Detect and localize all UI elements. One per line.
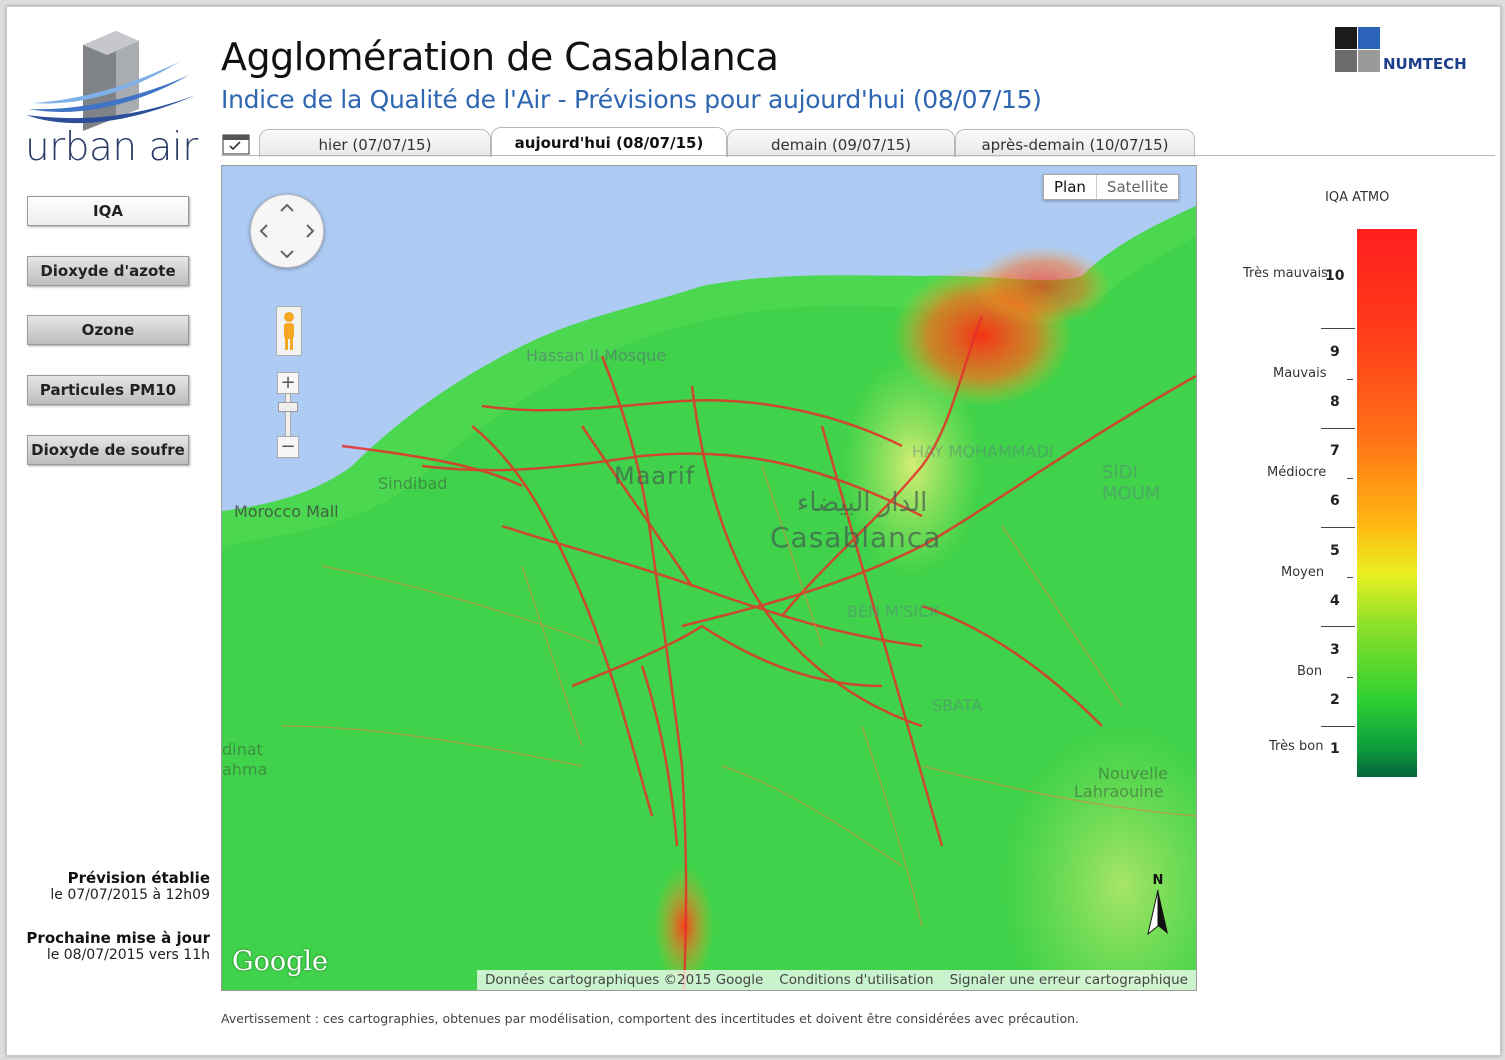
- street-view-pegman-icon[interactable]: [276, 306, 302, 356]
- map-label-dinat: dinat: [222, 740, 263, 759]
- pan-down-icon[interactable]: [280, 250, 294, 259]
- legend-level-tres-bon: Très bon: [1269, 739, 1324, 754]
- google-logo: Google: [232, 946, 328, 977]
- legend-value-1: 1: [1330, 741, 1340, 757]
- zoom-slider[interactable]: [278, 394, 298, 436]
- map-type-plan-button[interactable]: Plan: [1044, 175, 1097, 199]
- map-label-rahma: ahma: [222, 760, 268, 779]
- north-label: N: [1153, 873, 1164, 888]
- legend-value-4: 4: [1330, 593, 1340, 609]
- legend-value-7: 7: [1330, 443, 1340, 459]
- legend-tick: [1321, 527, 1355, 528]
- logo-text: urban air: [25, 125, 198, 170]
- forecast-next-update: Prochaine mise à jour le 08/07/2015 vers…: [26, 929, 210, 963]
- air-quality-map[interactable]: Casablanca الدار البيضاء Maarif Sindibad…: [221, 165, 1197, 991]
- map-label-ben-msick: BEN M'SICK: [847, 602, 940, 621]
- forecast-next-title: Prochaine mise à jour: [26, 929, 210, 947]
- legend-color-scale: [1357, 229, 1417, 777]
- legend-value-8: 8: [1330, 394, 1340, 410]
- nav-pm10-button[interactable]: Particules PM10: [27, 375, 189, 405]
- map-label-hassan-mosque: Hassan II Mosque: [526, 346, 667, 365]
- legend-minor-tick: [1347, 577, 1353, 578]
- map-label-morocco-mall: Morocco Mall: [234, 502, 339, 521]
- page-subtitle: Indice de la Qualité de l'Air - Prévisio…: [221, 85, 1042, 114]
- legend-minor-tick: [1347, 677, 1353, 678]
- pan-right-icon[interactable]: [306, 224, 315, 238]
- legend-minor-tick: [1347, 478, 1353, 479]
- page-title: Agglomération de Casablanca: [221, 35, 779, 79]
- numtech-text: NUMTECH: [1383, 55, 1467, 73]
- pan-control[interactable]: [250, 194, 324, 268]
- zoom-slider-handle[interactable]: [278, 402, 298, 412]
- map-attribution: Données cartographiques ©2015 Google Con…: [477, 970, 1196, 990]
- zoom-out-button[interactable]: −: [277, 436, 299, 458]
- forecast-established-date: le 07/07/2015 à 12h09: [50, 887, 210, 903]
- legend-tick: [1321, 726, 1355, 727]
- map-type-control: Plan Satellite: [1043, 174, 1180, 200]
- legend-value-6: 6: [1330, 493, 1340, 509]
- map-report-error-link[interactable]: Signaler une erreur cartographique: [942, 970, 1196, 990]
- map-data-credit: Données cartographiques ©2015 Google: [485, 972, 764, 988]
- map-terms-link[interactable]: Conditions d'utilisation: [771, 970, 941, 990]
- nav-so2-button[interactable]: Dioxyde de soufre: [27, 435, 189, 465]
- tab-apres-demain[interactable]: après-demain (10/07/15): [955, 129, 1195, 157]
- map-label-maarif: Maarif: [614, 462, 696, 490]
- legend-value-3: 3: [1330, 642, 1340, 658]
- pan-up-icon[interactable]: [280, 203, 294, 212]
- tab-divider: [221, 155, 1495, 156]
- nav-no2-button[interactable]: Dioxyde d'azote: [27, 256, 189, 286]
- legend-level-mediocre: Médiocre: [1267, 465, 1327, 480]
- legend-level-mauvais: Mauvais: [1273, 366, 1327, 381]
- legend-level-moyen: Moyen: [1281, 565, 1325, 580]
- forecast-next-date: le 08/07/2015 vers 11h: [46, 947, 210, 963]
- map-canvas[interactable]: [222, 166, 1196, 990]
- legend-minor-tick: [1347, 379, 1353, 380]
- app-frame: urban air Agglomération de Casablanca In…: [6, 6, 1501, 1056]
- legend-level-tres-mauvais: Très mauvais: [1243, 266, 1328, 281]
- tab-demain[interactable]: demain (09/07/15): [727, 129, 955, 157]
- nav-ozone-button[interactable]: Ozone: [27, 315, 189, 345]
- numtech-logo: NUMTECH: [1335, 27, 1467, 73]
- map-label-sidi-moumen: SIDI MOUM: [1102, 462, 1161, 504]
- map-label-casablanca-ar: الدار البيضاء: [797, 488, 928, 518]
- zoom-control: + −: [277, 372, 299, 458]
- map-label-sindibad: Sindibad: [378, 474, 448, 493]
- nav-iqa-button[interactable]: IQA: [27, 196, 189, 226]
- legend-value-5: 5: [1330, 543, 1340, 559]
- forecast-established: Prévision établie le 07/07/2015 à 12h09: [50, 869, 210, 903]
- map-type-satellite-button[interactable]: Satellite: [1097, 175, 1178, 199]
- legend-tick: [1321, 428, 1355, 429]
- legend-level-bon: Bon: [1297, 664, 1323, 679]
- legend-tick: [1321, 328, 1355, 329]
- calendar-icon[interactable]: [222, 133, 250, 155]
- map-label-nouvelle: Nouvelle: [1098, 764, 1168, 783]
- pan-left-icon[interactable]: [259, 224, 268, 238]
- zoom-in-button[interactable]: +: [277, 372, 299, 394]
- legend-value-9: 9: [1330, 344, 1340, 360]
- forecast-established-title: Prévision établie: [67, 869, 210, 887]
- map-label-hay-mohammadi: HAY MOHAMMADI: [912, 442, 1054, 461]
- disclaimer-text: Avertissement : ces cartographies, obten…: [221, 1011, 1080, 1026]
- tab-hier[interactable]: hier (07/07/15): [259, 129, 491, 157]
- map-label-casablanca: Casablanca: [770, 521, 942, 554]
- legend-title: IQA ATMO: [1325, 190, 1390, 205]
- day-tabs: hier (07/07/15) aujourd'hui (08/07/15) d…: [259, 127, 1195, 157]
- map-label-lahraouine: Lahraouine: [1074, 782, 1164, 801]
- tab-aujourdhui[interactable]: aujourd'hui (08/07/15): [491, 127, 727, 157]
- north-arrow-icon: N: [1147, 873, 1168, 936]
- legend-value-2: 2: [1330, 692, 1340, 708]
- legend-tick: [1321, 626, 1355, 627]
- map-label-sbata: SBATA: [932, 696, 983, 715]
